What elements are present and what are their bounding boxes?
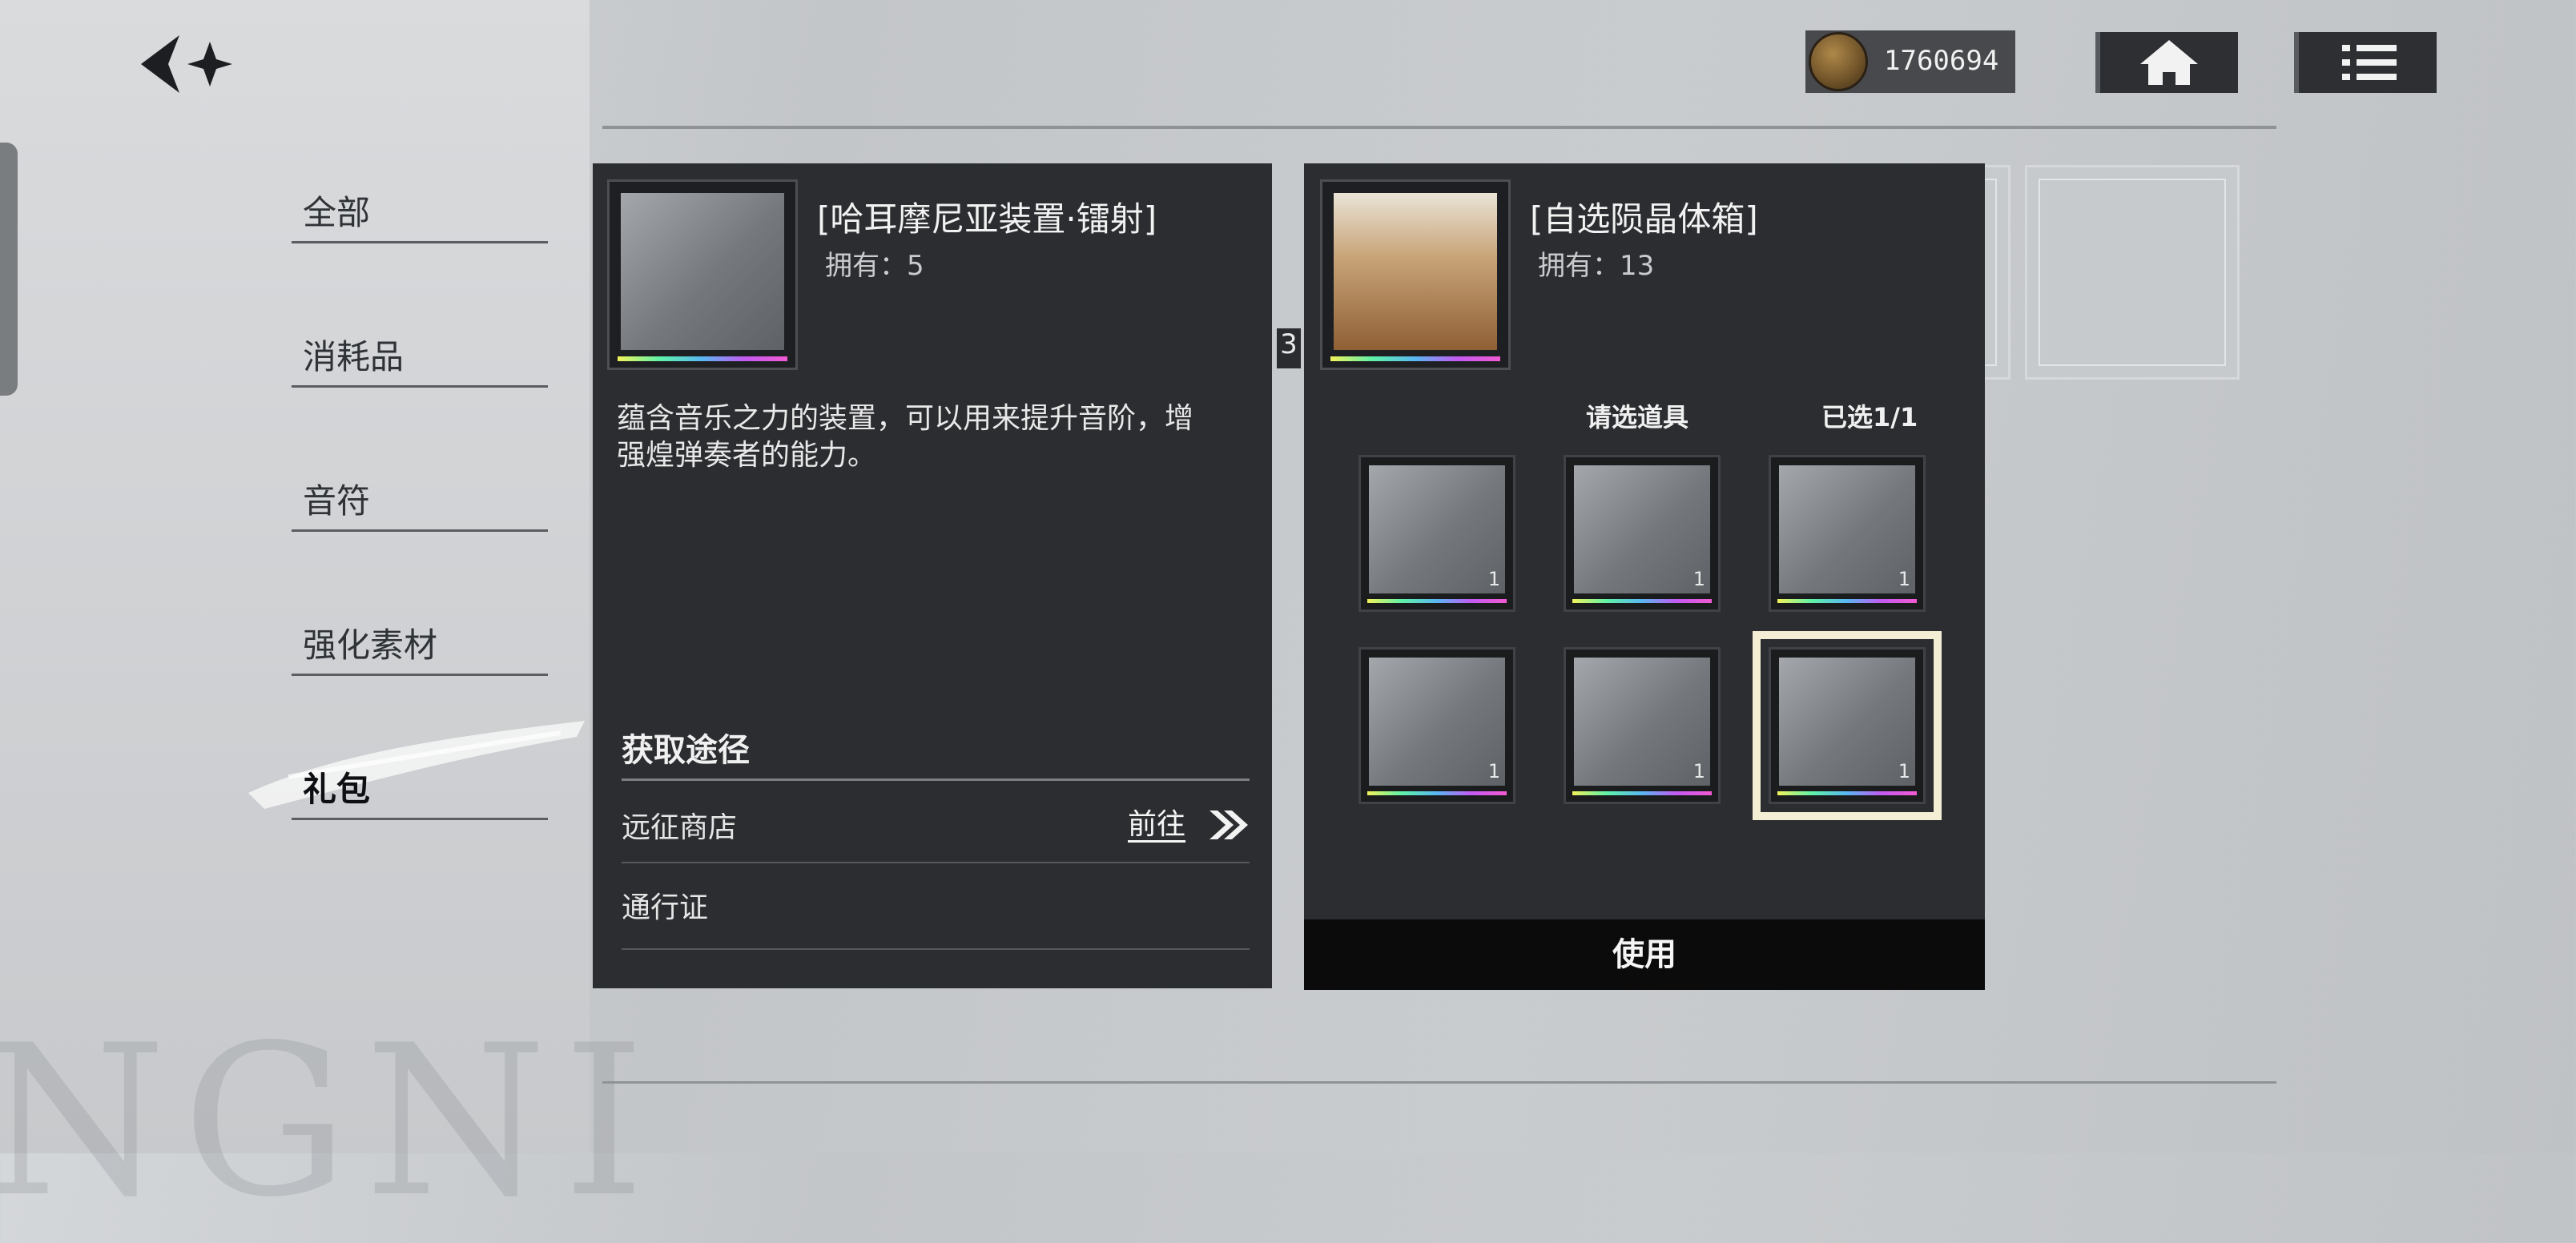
device-item-icon — [1779, 658, 1915, 786]
device-item-icon — [1574, 465, 1710, 593]
source-expedition-shop: 远征商店 — [622, 811, 738, 844]
option-slot-5[interactable]: 1 — [1564, 647, 1721, 804]
category-sidebar: NGNI — [0, 0, 645, 1243]
category-tab-upgrade-materials[interactable]: 强化素材 — [292, 612, 548, 676]
rarity-bar — [1572, 791, 1712, 795]
option-slot-2[interactable]: 1 — [1564, 455, 1721, 612]
inventory-slot-count: 3 — [1277, 328, 1301, 368]
device-item-icon — [1574, 658, 1710, 786]
acquisition-heading: 获取途径 — [622, 732, 750, 769]
item-title: [哈耳摩尼亚装置·镭射] — [817, 199, 1157, 239]
option-qty: 1 — [1898, 760, 1910, 782]
rarity-bar — [1777, 791, 1917, 795]
rarity-bar — [1330, 356, 1500, 361]
home-icon — [2140, 40, 2198, 85]
source-pass: 通行证 — [622, 891, 709, 924]
item-thumbnail — [607, 179, 798, 370]
category-tab-all[interactable]: 全部 — [292, 179, 548, 243]
currency-value: 1760694 — [1884, 45, 1999, 77]
rarity-bar — [1367, 791, 1507, 795]
menu-button[interactable] — [2294, 32, 2437, 93]
source-divider — [622, 948, 1250, 950]
item-owned-count: 拥有：5 — [825, 250, 924, 282]
item-description: 蕴含音乐之力的装置，可以用来提升音阶，增强煌弹奏者的能力。 — [617, 402, 1194, 472]
back-arrow-icon[interactable] — [136, 30, 232, 98]
device-item-icon — [621, 193, 784, 350]
list-menu-icon — [2342, 45, 2397, 80]
option-qty: 1 — [1693, 568, 1705, 590]
chest-title: [自选陨晶体箱] — [1530, 199, 1758, 239]
goto-link[interactable]: 前往 — [1128, 801, 1185, 843]
use-button[interactable]: 使用 — [1304, 919, 1985, 990]
home-button[interactable] — [2095, 32, 2238, 93]
option-slot-1[interactable]: 1 — [1358, 455, 1515, 612]
chest-owned-count: 拥有：13 — [1538, 250, 1655, 282]
option-qty: 1 — [1487, 568, 1500, 590]
device-item-icon — [1369, 658, 1505, 786]
device-item-icon — [1369, 465, 1505, 593]
option-slot-4[interactable]: 1 — [1358, 647, 1515, 804]
footer-divider — [602, 1081, 2276, 1084]
option-qty: 1 — [1487, 760, 1500, 782]
chest-thumbnail — [1320, 179, 1511, 370]
currency-display: 1760694 — [1805, 30, 2015, 93]
inventory-slot[interactable] — [2025, 165, 2240, 380]
header-divider — [602, 126, 2276, 129]
bronze-coin-icon — [1809, 32, 1868, 91]
category-tab-gift-packs[interactable]: 礼包 — [292, 756, 548, 820]
source-divider — [622, 862, 1250, 863]
selected-count-label: 已选1/1 — [1821, 402, 1918, 432]
watermark-logo: NGNI — [0, 1001, 662, 1243]
acquisition-divider — [622, 778, 1250, 781]
double-chevron-right-icon[interactable] — [1206, 807, 1251, 843]
rarity-bar — [1572, 599, 1712, 603]
category-tab-notes[interactable]: 音符 — [292, 468, 548, 532]
device-item-icon — [1779, 465, 1915, 593]
option-qty: 1 — [1693, 760, 1705, 782]
side-drawer-handle[interactable] — [0, 143, 18, 396]
choose-item-label: 请选道具 — [1586, 402, 1689, 432]
item-detail-panel: [哈耳摩尼亚装置·镭射] 拥有：5 蕴含音乐之力的装置，可以用来提升音阶，增强煌… — [593, 163, 1272, 988]
wooden-chest-icon — [1334, 193, 1497, 350]
option-qty: 1 — [1898, 568, 1910, 590]
rarity-bar — [1777, 599, 1917, 603]
category-tab-consumables[interactable]: 消耗品 — [292, 324, 548, 388]
chest-select-panel: [自选陨晶体箱] 拥有：13 请选道具 已选1/1 1 1 1 1 1 1 使用 — [1304, 163, 1985, 990]
option-slot-3[interactable]: 1 — [1769, 455, 1926, 612]
option-slot-6-selected[interactable]: 1 — [1753, 631, 1942, 820]
rarity-bar — [618, 356, 787, 361]
rarity-bar — [1367, 599, 1507, 603]
